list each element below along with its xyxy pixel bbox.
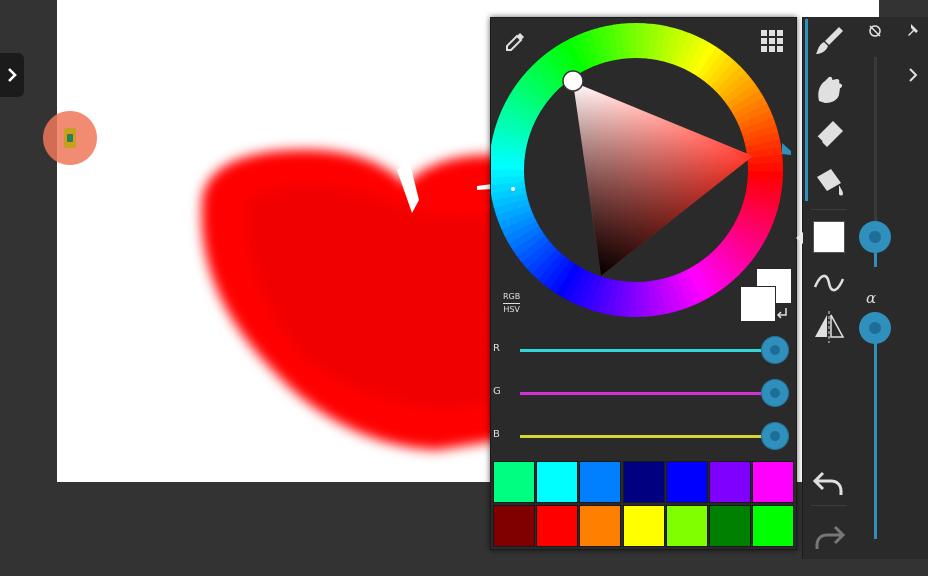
- tool-panel-scroll-accent: [805, 19, 808, 201]
- hue-wheel[interactable]: [491, 18, 796, 328]
- previous-color-swatch[interactable]: [740, 286, 776, 322]
- color-selector-marker[interactable]: [562, 70, 584, 92]
- hue-dot: [511, 187, 515, 191]
- red-slider-track[interactable]: [520, 349, 780, 352]
- palette-swatch[interactable]: [752, 461, 795, 503]
- swap-color-icon[interactable]: [776, 307, 788, 319]
- palette-swatch[interactable]: [579, 461, 622, 503]
- palette-swatch[interactable]: [752, 505, 795, 547]
- blue-slider-track[interactable]: [520, 435, 780, 438]
- fill-bucket-icon[interactable]: [811, 163, 847, 199]
- palette-swatch[interactable]: [665, 461, 708, 503]
- tool-divider: [811, 209, 847, 210]
- green-slider[interactable]: G: [491, 378, 796, 408]
- mode-rgb-label: RGB: [503, 292, 521, 301]
- green-slider-knob[interactable]: [761, 379, 789, 407]
- symmetry-icon[interactable]: [811, 309, 847, 345]
- palette-swatch[interactable]: [709, 461, 751, 503]
- app-shortcut-icon: [64, 128, 76, 148]
- hue-indicator: [782, 143, 791, 155]
- undo-redo-divider: [811, 505, 847, 506]
- blue-slider-label: B: [493, 429, 500, 440]
- palette-swatch[interactable]: [665, 505, 708, 547]
- alpha-label: α: [866, 289, 877, 307]
- active-color-swatch[interactable]: [813, 221, 845, 253]
- alpha-slider-track[interactable]: [874, 317, 877, 539]
- green-slider-label: G: [493, 386, 501, 397]
- eraser-icon[interactable]: [811, 117, 847, 153]
- smudge-hand-icon[interactable]: [811, 71, 847, 107]
- red-slider-knob[interactable]: [761, 336, 789, 364]
- panel-pointer: [796, 232, 803, 244]
- palette-swatch[interactable]: [493, 505, 535, 547]
- stroke-curve-icon[interactable]: [811, 265, 847, 301]
- blue-slider[interactable]: B: [491, 421, 796, 451]
- red-slider[interactable]: R: [491, 335, 796, 365]
- mode-hsv-label: HSV: [503, 305, 520, 314]
- size-slider-knob[interactable]: [859, 221, 891, 253]
- pin-icon[interactable]: [905, 23, 921, 39]
- color-picker-panel: RGB HSV R G B: [490, 17, 797, 550]
- alpha-slider-knob[interactable]: [859, 312, 891, 344]
- floating-shortcut-bubble[interactable]: [43, 111, 97, 165]
- chevron-right-icon: [8, 68, 17, 82]
- opacity-lock-icon[interactable]: [867, 23, 883, 39]
- chevron-right-icon[interactable]: [907, 67, 919, 83]
- palette-swatch[interactable]: [622, 505, 665, 547]
- green-slider-track[interactable]: [520, 392, 780, 395]
- tool-panel: α: [796, 17, 928, 559]
- palette-swatch[interactable]: [579, 505, 622, 547]
- size-slider-track-upper[interactable]: [874, 57, 877, 237]
- palette-swatch[interactable]: [536, 461, 579, 503]
- rgb-hsv-toggle[interactable]: RGB HSV: [503, 292, 521, 315]
- sidebar-toggle-button[interactable]: [0, 53, 24, 97]
- blue-slider-knob[interactable]: [761, 422, 789, 450]
- brush-icon[interactable]: [811, 23, 847, 59]
- undo-icon[interactable]: [811, 463, 847, 499]
- redo-icon[interactable]: [811, 517, 847, 553]
- palette-swatch[interactable]: [709, 505, 751, 547]
- palette-swatch[interactable]: [622, 461, 665, 503]
- palette-swatch[interactable]: [536, 505, 579, 547]
- red-slider-label: R: [493, 343, 500, 354]
- palette-swatch[interactable]: [493, 461, 535, 503]
